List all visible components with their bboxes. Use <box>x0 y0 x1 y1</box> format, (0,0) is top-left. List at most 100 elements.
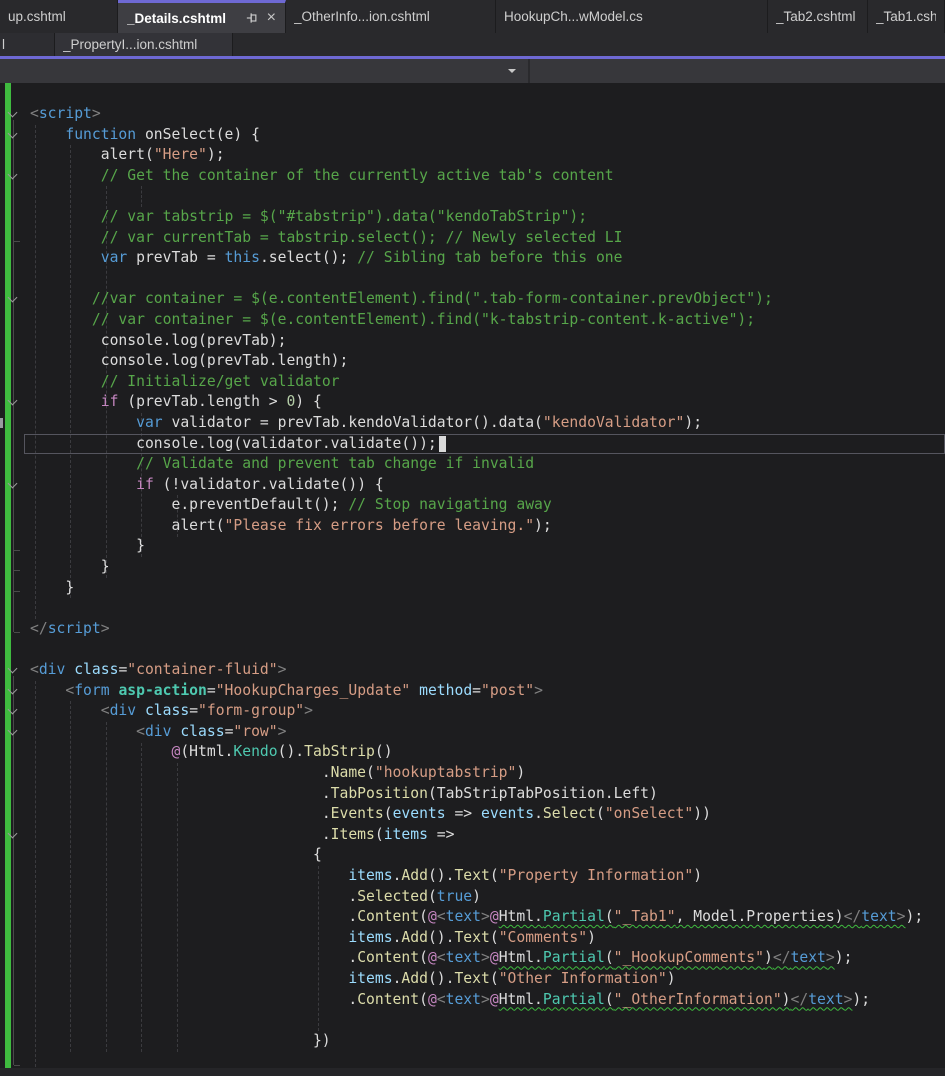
code-token: < <box>65 681 75 699</box>
code-line[interactable]: .Content(@<text>@Html.Partial("_HookupCo… <box>0 948 945 969</box>
editor-tab[interactable]: HookupCh...wModel.cs <box>496 0 768 33</box>
code-line[interactable]: if (prevTab.length > 0) { <box>0 392 945 413</box>
code-line[interactable]: console.log(prevTab.length); <box>0 351 945 372</box>
code-line[interactable]: }) <box>0 1031 945 1052</box>
code-token: Partial <box>542 908 605 926</box>
code-token: Html. <box>498 990 543 1008</box>
code-line[interactable]: .Name("hookuptabstrip") <box>0 763 945 784</box>
code-line[interactable]: function onSelect(e) { <box>0 125 945 146</box>
code-line[interactable]: .Items(items => <box>0 825 945 846</box>
code-token: Events <box>330 805 384 823</box>
code-line[interactable]: <div class="form-group"> <box>0 701 945 722</box>
code-line[interactable] <box>0 1010 945 1031</box>
code-token: "kendoValidator" <box>542 413 685 431</box>
code-line[interactable]: var prevTab = this.select(); // Sibling … <box>0 248 945 269</box>
editor-tab[interactable]: l <box>0 33 55 56</box>
code-line[interactable]: // Validate and prevent tab change if in… <box>0 454 945 475</box>
code-token: ( <box>604 949 614 967</box>
code-token: asp-action <box>118 681 207 699</box>
code-token: "Other Information" <box>498 969 667 987</box>
code-line[interactable]: // var currentTab = tabstrip.select(); /… <box>0 228 945 249</box>
code-line[interactable]: } <box>0 578 945 599</box>
code-token: Html. <box>498 908 543 926</box>
code-line[interactable]: <script> <box>0 104 945 125</box>
navbar-dropdown-members[interactable] <box>530 59 945 83</box>
code-line[interactable]: items.Add().Text("Property Information") <box>0 866 945 887</box>
code-token: ( <box>489 928 499 946</box>
code-line[interactable]: { <box>0 845 945 866</box>
code-token: "container-fluid" <box>127 661 278 679</box>
code-line[interactable] <box>0 598 945 619</box>
code-token: Partial <box>542 949 605 967</box>
code-line[interactable]: alert("Here"); <box>0 145 945 166</box>
code-token: // var container = $(e.contentElement).f… <box>91 310 756 328</box>
code-line[interactable]: .Content(@<text>@Html.Partial("_OtherInf… <box>0 990 945 1011</box>
editor-tab[interactable]: _OtherInfo...ion.cshtml <box>286 0 496 33</box>
code-token: , Model.Properties) <box>675 908 844 926</box>
code-line[interactable]: // var tabstrip = $("#tabstrip").data("k… <box>0 207 945 228</box>
code-token: ( <box>383 805 393 823</box>
code-line[interactable]: // Get the container of the currently ac… <box>0 166 945 187</box>
code-token: class <box>144 702 190 720</box>
code-token: </ <box>30 619 48 637</box>
code-line[interactable] <box>0 639 945 660</box>
code-token: Content <box>357 949 420 967</box>
code-line[interactable]: items.Add().Text("Other Information") <box>0 969 945 990</box>
code-token: form <box>74 681 110 699</box>
code-line[interactable]: .Events(events => events.Select("onSelec… <box>0 804 945 825</box>
code-token: . <box>534 805 543 823</box>
code-line[interactable]: // Initialize/get validator <box>0 372 945 393</box>
code-line[interactable] <box>0 269 945 290</box>
code-line[interactable]: <div class="row"> <box>0 722 945 743</box>
code-line[interactable]: <div class="container-fluid"> <box>0 660 945 681</box>
code-token: . <box>348 908 358 926</box>
code-token: "_OtherInformation" <box>613 990 782 1008</box>
code-line[interactable]: console.log(validator.validate()); <box>0 433 945 455</box>
chevron-down-icon <box>508 69 516 73</box>
code-line[interactable]: // var container = $(e.contentElement).f… <box>0 310 945 331</box>
code-token: @ <box>489 949 499 967</box>
code-editor[interactable]: <script> function onSelect(e) { alert("H… <box>0 83 945 1068</box>
code-token: "Please fix errors before leaving." <box>224 516 535 534</box>
editor-tab[interactable]: _Details.cshtml × <box>118 0 286 33</box>
code-line[interactable]: } <box>0 557 945 578</box>
code-line[interactable]: alert("Please fix errors before leaving.… <box>0 516 945 537</box>
code-line[interactable]: @(Html.Kendo().TabStrip() <box>0 742 945 763</box>
code-token: ); <box>684 413 703 431</box>
navbar-dropdown-types[interactable] <box>0 59 530 83</box>
code-token: < <box>100 702 110 720</box>
horizontal-scrollbar[interactable] <box>0 1068 945 1076</box>
code-token: onSelect(e) { <box>136 125 260 143</box>
tab-row-2: l _PropertyI...ion.cshtml <box>0 33 945 56</box>
code-line[interactable]: if (!validator.validate()) { <box>0 475 945 496</box>
code-line[interactable]: e.preventDefault(); // Stop navigating a… <box>0 495 945 516</box>
editor-tab[interactable]: _Tab2.cshtml <box>768 0 868 33</box>
code-line[interactable]: .Selected(true) <box>0 887 945 908</box>
pin-icon[interactable] <box>246 12 258 24</box>
code-line[interactable]: } <box>0 536 945 557</box>
editor-tab[interactable]: _PropertyI...ion.cshtml <box>55 33 233 56</box>
code-line[interactable]: <form asp-action="HookupCharges_Update" … <box>0 681 945 702</box>
code-line[interactable] <box>0 186 945 207</box>
code-line[interactable]: .Content(@<text>@Html.Partial("_Tab1", M… <box>0 907 945 928</box>
code-line[interactable] <box>0 1051 945 1068</box>
code-token: div <box>38 661 66 679</box>
code-line[interactable]: .TabPosition(TabStripTabPosition.Left) <box>0 784 945 805</box>
editor-tab[interactable]: up.cshtml <box>0 0 118 33</box>
code-line[interactable]: </script> <box>0 619 945 640</box>
editor-tab[interactable]: _Tab1.csht <box>868 0 945 33</box>
code-line[interactable]: console.log(prevTab); <box>0 331 945 352</box>
code-line[interactable]: items.Add().Text("Comments") <box>0 928 945 949</box>
code-token: . <box>348 887 358 905</box>
code-line[interactable]: //var container = $(e.contentElement).fi… <box>0 289 945 310</box>
code-token: // Sibling tab before this one <box>357 249 623 267</box>
code-token: Name <box>330 764 367 781</box>
close-icon[interactable]: × <box>267 10 276 26</box>
code-line[interactable]: var validator = prevTab.kendoValidator()… <box>0 413 945 434</box>
